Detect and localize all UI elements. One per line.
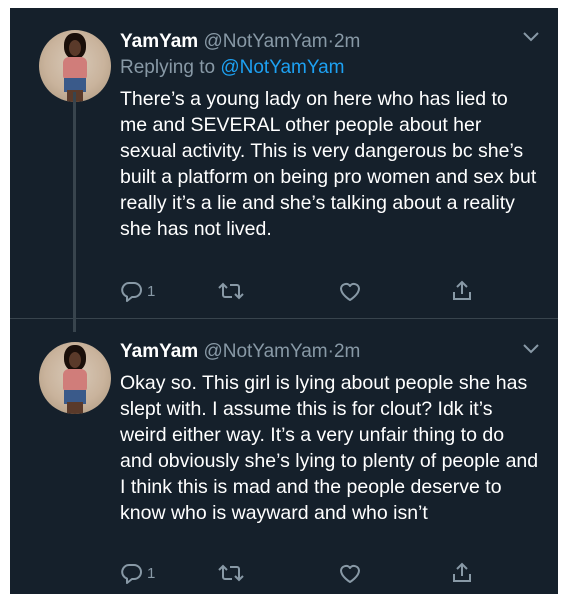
reply-count: 1: [147, 564, 156, 582]
tweet-actions: 1: [120, 278, 540, 304]
share-button[interactable]: [450, 278, 474, 304]
avatar[interactable]: [39, 342, 111, 414]
tweet-time[interactable]: 2m: [334, 31, 360, 52]
author-handle[interactable]: @NotYamYam: [203, 341, 327, 362]
retweet-button[interactable]: [218, 278, 244, 304]
tweet-time[interactable]: 2m: [334, 341, 360, 362]
like-button[interactable]: [338, 560, 362, 586]
reply-button[interactable]: 1: [120, 560, 155, 586]
share-icon: [453, 562, 471, 582]
chevron-down-icon[interactable]: [522, 342, 540, 356]
tweet[interactable]: YamYam @NotYamYam·2m Okay so. This girl …: [10, 324, 558, 594]
author-name[interactable]: YamYam: [120, 341, 198, 362]
tweet-divider: [10, 318, 558, 319]
tweet-actions: 1: [120, 560, 540, 586]
like-icon: [340, 564, 360, 583]
replying-to-label: Replying to: [120, 57, 216, 78]
tweet-header: YamYam @NotYamYam·2m: [120, 340, 360, 364]
retweet-icon: [218, 282, 244, 300]
like-button[interactable]: [338, 278, 362, 304]
tweet-header: YamYam @NotYamYam·2m: [120, 30, 360, 54]
author-name[interactable]: YamYam: [120, 31, 198, 52]
like-icon: [340, 282, 360, 301]
author-handle[interactable]: @NotYamYam: [203, 31, 327, 52]
tweet[interactable]: YamYam @NotYamYam·2m Replying to @NotYam…: [10, 8, 558, 332]
tweet-thread: YamYam @NotYamYam·2m Replying to @NotYam…: [10, 8, 558, 594]
share-button[interactable]: [450, 560, 474, 586]
reply-icon: [121, 563, 142, 584]
chevron-down-icon[interactable]: [522, 30, 540, 44]
share-icon: [453, 280, 471, 300]
retweet-icon: [218, 564, 244, 582]
replying-to-mention[interactable]: @NotYamYam: [220, 57, 344, 78]
retweet-button[interactable]: [218, 560, 244, 586]
reply-button[interactable]: 1: [120, 278, 155, 304]
tweet-text: Okay so. This girl is lying about people…: [120, 372, 539, 524]
tweet-text: There’s a young lady on here who has lie…: [120, 88, 537, 240]
reply-count: 1: [147, 282, 156, 300]
thread-connector-line: [73, 92, 76, 332]
replying-to: Replying to @NotYamYam: [120, 56, 345, 80]
reply-icon: [121, 281, 142, 302]
